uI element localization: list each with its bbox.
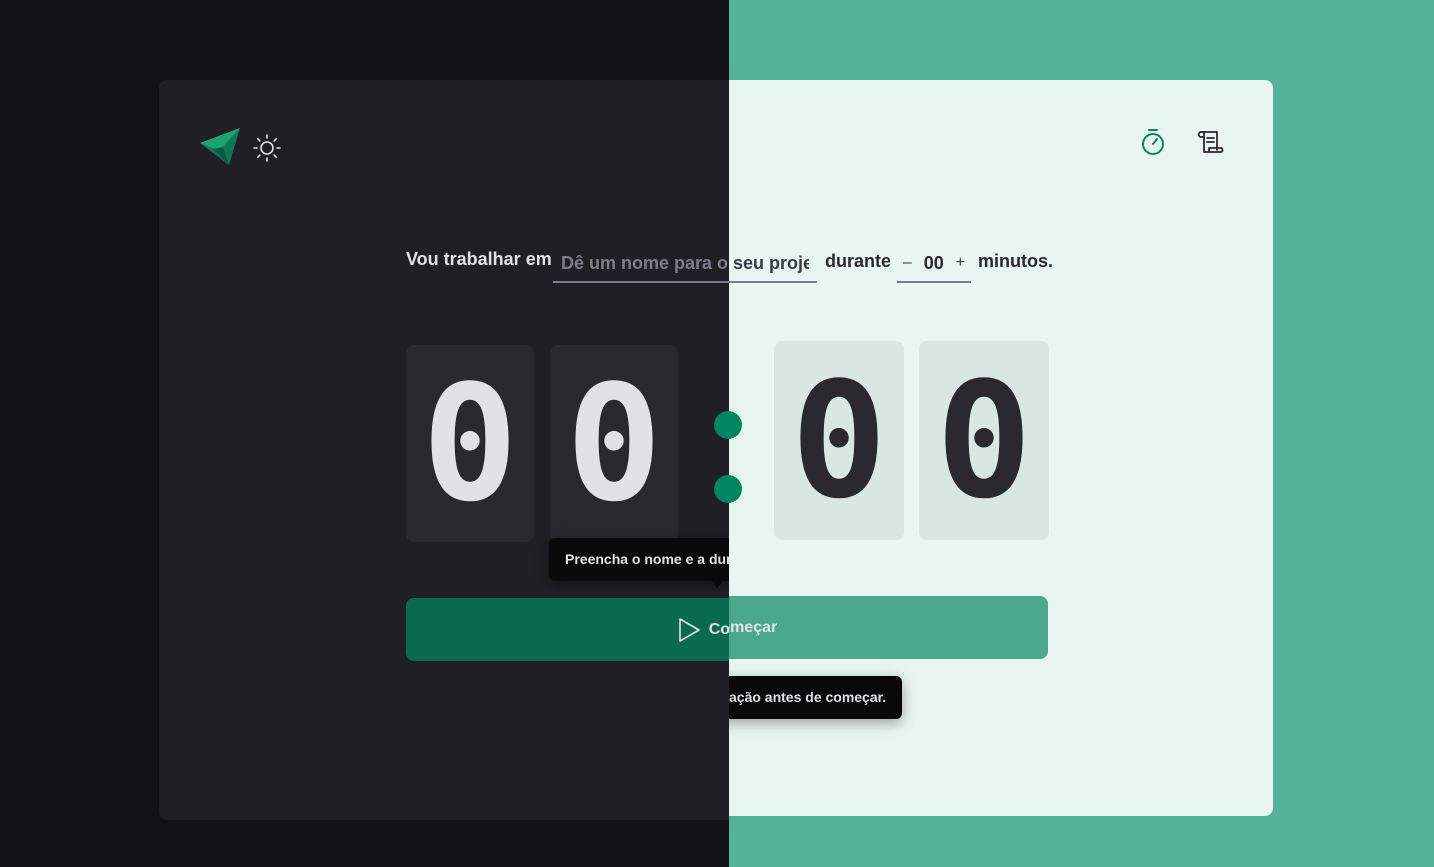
sun-icon[interactable] xyxy=(253,134,281,162)
decrement-button[interactable]: – xyxy=(903,254,912,272)
tooltip: Preencha o nome e a duração antes de com… xyxy=(549,538,729,581)
start-button[interactable]: Começar xyxy=(729,596,1048,659)
minutes-stepper[interactable]: – 00 + xyxy=(897,245,971,283)
tooltip-arrow xyxy=(710,580,724,588)
timer-icon[interactable] xyxy=(1138,127,1168,157)
increment-button[interactable]: + xyxy=(956,254,965,272)
tooltip: ação antes de começar. xyxy=(729,676,903,719)
task-name-input[interactable] xyxy=(729,245,817,283)
start-button-label: Começar xyxy=(708,620,729,638)
dark-scene: Vou trabalhar em durante – 00 + minutos.… xyxy=(0,0,729,867)
start-button[interactable]: Começar xyxy=(406,598,729,661)
work-label: Vou trabalhar em xyxy=(406,249,552,269)
paper-plane-logo-icon xyxy=(200,128,240,165)
light-scene: Vou trabalhar em durante – 00 + minutos.… xyxy=(729,0,1434,867)
countdown-seconds-ones: 0 xyxy=(919,341,1049,540)
scroll-history-icon[interactable] xyxy=(1195,127,1225,157)
dark-theme-panel: Vou trabalhar em durante – 00 + minutos.… xyxy=(0,0,729,867)
countdown-minutes-ones: 0 xyxy=(550,345,678,542)
minutes-value[interactable]: 00 xyxy=(924,253,944,274)
play-icon xyxy=(678,617,700,642)
start-button-label: Começar xyxy=(729,618,778,636)
tooltip-text: ação antes de começar. xyxy=(729,689,887,705)
minutes-label: minutos. xyxy=(978,251,1053,271)
countdown-minutes-tens: 0 xyxy=(406,345,534,542)
light-theme-panel: Vou trabalhar em durante – 00 + minutos.… xyxy=(729,0,1434,867)
countdown-seconds-tens: 0 xyxy=(774,341,904,540)
task-name-input[interactable] xyxy=(553,245,729,283)
during-label: durante xyxy=(825,251,892,271)
